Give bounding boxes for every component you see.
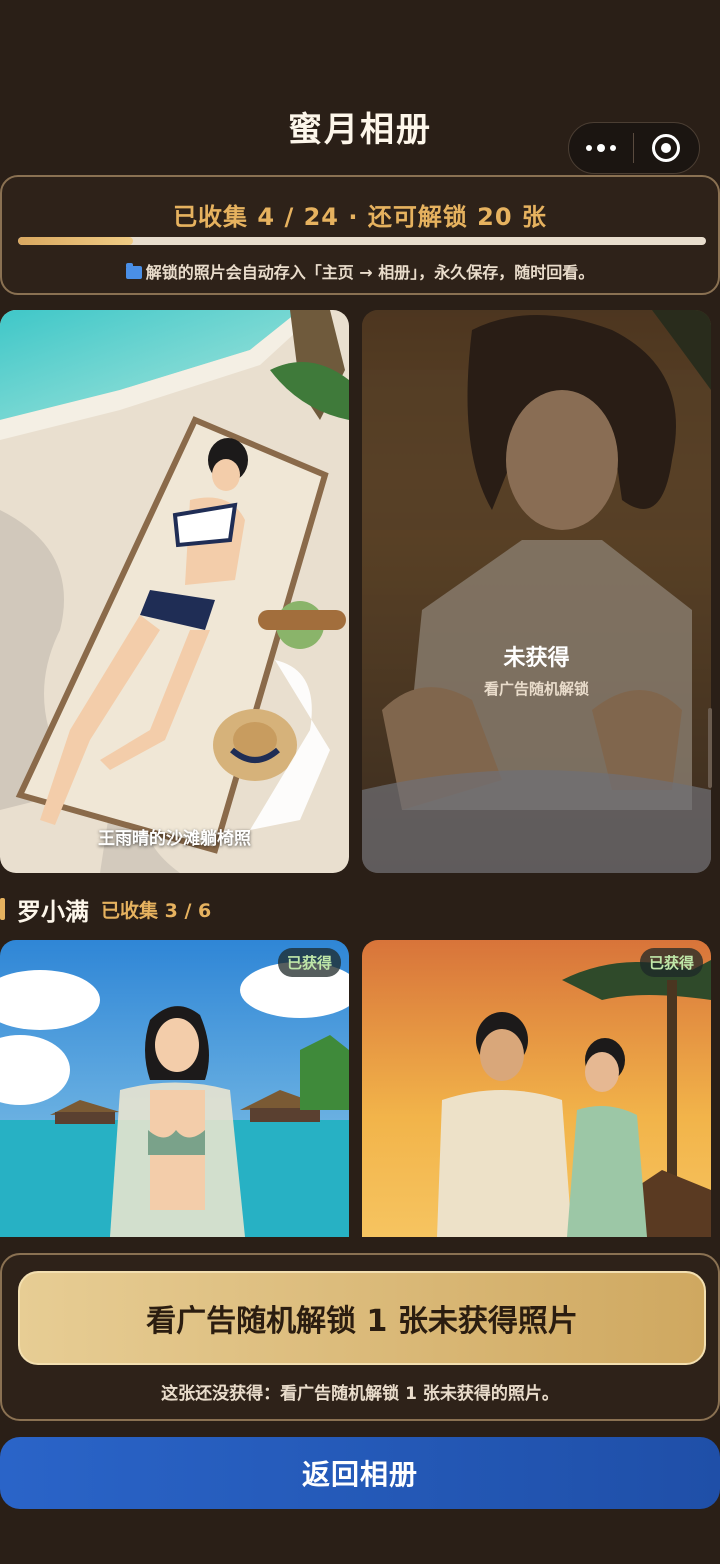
progress-note-text: 解锁的照片会自动存入「主页 → 相册」，永久保存，随时回看。 — [145, 263, 595, 282]
section-accent-bar — [0, 898, 5, 920]
unlock-ad-button[interactable]: 看广告随机解锁 1 张未获得照片 — [18, 1271, 706, 1365]
obtained-badge: 已获得 — [639, 948, 703, 977]
photo-card-beach-lounger[interactable]: 王雨晴的沙滩躺椅照 — [0, 310, 349, 873]
scrollbar[interactable] — [708, 708, 712, 788]
locked-subtitle: 看广告随机解锁 — [483, 680, 589, 698]
resort-image — [0, 940, 349, 1237]
unlock-hint: 这张还没获得：看广告随机解锁 1 张未获得的照片。 — [161, 1384, 559, 1404]
locked-title: 未获得 — [503, 646, 570, 671]
photo-card-resort[interactable]: 已获得 — [0, 940, 349, 1237]
progress-fill — [18, 237, 133, 245]
beach-lounger-image — [0, 310, 349, 873]
progress-text: 已收集 4 / 24 · 还可解锁 20 张 — [173, 203, 547, 231]
photo-caption: 王雨晴的沙滩躺椅照 — [98, 829, 251, 849]
more-dots-icon[interactable] — [569, 143, 633, 152]
section-name: 罗小满 — [17, 897, 89, 926]
progress-bar — [18, 237, 706, 245]
back-to-album-button[interactable]: 返回相册 — [0, 1437, 720, 1509]
photo-card-locked[interactable]: 未获得 看广告随机解锁 — [362, 310, 711, 873]
couple-sunset-image — [362, 940, 711, 1237]
miniprogram-capsule — [568, 122, 700, 174]
locked-overlay — [362, 310, 711, 873]
folder-icon — [125, 263, 142, 279]
action-card: 看广告随机解锁 1 张未获得照片 这张还没获得：看广告随机解锁 1 张未获得的照… — [0, 1253, 720, 1421]
obtained-badge: 已获得 — [277, 948, 341, 977]
section-count: 已收集 3 / 6 — [101, 899, 212, 922]
progress-card: 已收集 4 / 24 · 还可解锁 20 张 解锁的照片会自动存入「主页 → 相… — [0, 175, 720, 295]
section-header: 罗小满 已收集 3 / 6 — [0, 893, 212, 926]
progress-note: 解锁的照片会自动存入「主页 → 相册」，永久保存，随时回看。 — [2, 259, 718, 283]
header: 蜜月相册 — [0, 0, 720, 175]
photo-card-couple[interactable]: 已获得 — [362, 940, 711, 1237]
target-close-icon[interactable] — [634, 134, 700, 162]
